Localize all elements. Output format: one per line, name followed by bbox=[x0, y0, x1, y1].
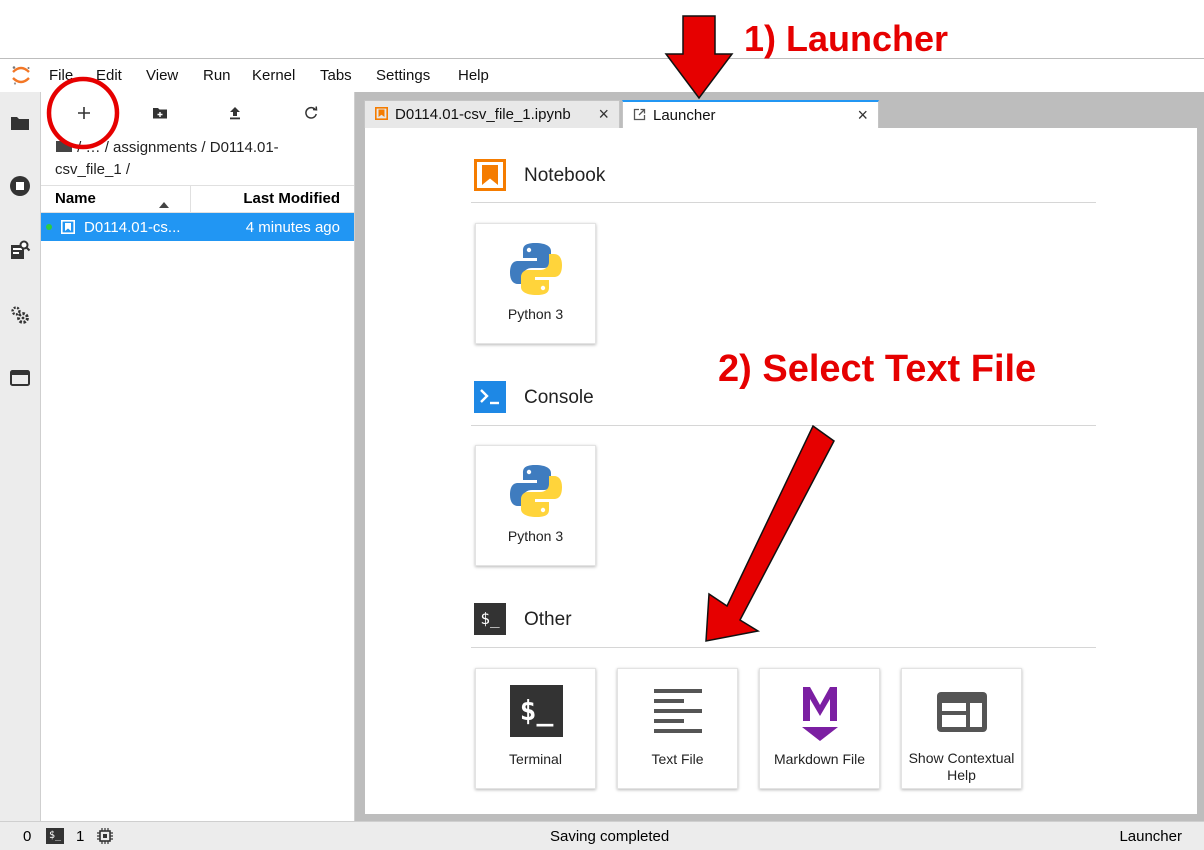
menu-edit[interactable]: Edit bbox=[96, 67, 122, 84]
contextual-help-icon bbox=[933, 685, 991, 743]
refresh-button[interactable] bbox=[298, 102, 324, 124]
section-title-console: Console bbox=[524, 387, 594, 408]
annotation-step-1: 1) Launcher bbox=[744, 18, 949, 59]
new-folder-button[interactable] bbox=[147, 102, 173, 124]
status-bar: 0 $_ 1 Saving completed Launcher bbox=[0, 821, 1204, 850]
kernel-chip-icon bbox=[96, 827, 114, 845]
file-row[interactable]: D0114.01-cs... 4 minutes ago bbox=[41, 213, 354, 241]
file-list-header: Name Last Modified bbox=[41, 185, 354, 213]
home-folder-icon[interactable] bbox=[55, 138, 73, 152]
console-section-icon bbox=[474, 381, 506, 413]
close-icon[interactable]: × bbox=[598, 104, 609, 125]
section-divider bbox=[471, 202, 1096, 203]
menu-file[interactable]: File bbox=[49, 67, 73, 84]
text-file-icon bbox=[649, 685, 707, 743]
jupyter-logo-icon bbox=[10, 64, 32, 86]
launcher-tab-icon bbox=[633, 108, 646, 121]
property-inspector-icon[interactable] bbox=[9, 239, 31, 261]
notebook-section-icon bbox=[474, 159, 506, 191]
card-notebook-python3[interactable]: Python 3 bbox=[475, 223, 596, 344]
breadcrumb-ellipsis[interactable]: … bbox=[86, 139, 101, 156]
card-label: Python 3 bbox=[507, 528, 564, 544]
annotation-step-2: 2) Select Text File bbox=[718, 348, 1037, 390]
card-contextual-help[interactable]: Show Contextual Help bbox=[901, 668, 1022, 789]
tab-bar: D0114.01-csv_file_1.ipynb × Launcher × bbox=[355, 92, 1204, 128]
card-label: Terminal bbox=[509, 751, 562, 767]
notebook-tab-icon bbox=[375, 107, 388, 120]
notebook-file-icon bbox=[61, 220, 75, 234]
new-launcher-button[interactable] bbox=[71, 102, 97, 124]
markdown-icon bbox=[791, 685, 849, 743]
plus-icon bbox=[78, 107, 90, 119]
section-title-other: Other bbox=[524, 609, 572, 630]
python-logo-icon bbox=[507, 240, 565, 298]
tab-launcher[interactable]: Launcher × bbox=[622, 100, 879, 128]
tabs-panel-icon[interactable] bbox=[9, 367, 31, 389]
menu-run[interactable]: Run bbox=[203, 67, 231, 84]
upload-button[interactable] bbox=[222, 102, 248, 124]
new-folder-icon bbox=[153, 108, 167, 119]
card-console-python3[interactable]: Python 3 bbox=[475, 445, 596, 566]
menu-settings[interactable]: Settings bbox=[376, 67, 430, 84]
tab-launcher-label: Launcher bbox=[653, 107, 716, 124]
python-logo-icon bbox=[507, 462, 565, 520]
running-sessions-icon[interactable] bbox=[9, 175, 31, 197]
upload-icon bbox=[230, 107, 240, 120]
breadcrumb: / … / assignments / D0114.01-csv_file_1 … bbox=[55, 137, 345, 181]
menu-help[interactable]: Help bbox=[458, 67, 489, 84]
column-divider bbox=[190, 186, 191, 212]
card-text-file[interactable]: Text File bbox=[617, 668, 738, 789]
kernel-count[interactable]: 1 bbox=[76, 828, 84, 845]
annotation-band bbox=[0, 0, 1204, 58]
breadcrumb-sep: / bbox=[77, 139, 86, 156]
card-label: Markdown File bbox=[773, 751, 866, 767]
other-section-icon: $_ bbox=[474, 603, 506, 635]
card-terminal[interactable]: $_ Terminal bbox=[475, 668, 596, 789]
section-divider bbox=[471, 425, 1096, 426]
section-title-notebook: Notebook bbox=[524, 165, 606, 186]
section-divider bbox=[471, 647, 1096, 648]
card-label: Text File bbox=[651, 751, 704, 767]
close-icon[interactable]: × bbox=[857, 105, 868, 126]
file-name: D0114.01-cs... bbox=[84, 219, 181, 236]
status-message: Saving completed bbox=[550, 828, 670, 845]
menu-tabs[interactable]: Tabs bbox=[320, 67, 352, 84]
file-modified: 4 minutes ago bbox=[245, 219, 340, 236]
refresh-icon bbox=[305, 106, 318, 119]
column-name[interactable]: Name bbox=[55, 190, 96, 207]
card-label: Python 3 bbox=[507, 306, 564, 322]
menu-kernel[interactable]: Kernel bbox=[252, 67, 295, 84]
column-last-modified[interactable]: Last Modified bbox=[243, 190, 340, 207]
activity-bar bbox=[0, 92, 41, 821]
terminal-status-icon: $_ bbox=[46, 828, 64, 844]
tab-notebook-label: D0114.01-csv_file_1.ipynb bbox=[395, 106, 571, 123]
menu-bar: File Edit View Run Kernel Tabs Settings … bbox=[0, 59, 1204, 92]
sort-caret-icon[interactable] bbox=[159, 195, 169, 212]
folder-icon[interactable] bbox=[9, 112, 31, 134]
terminal-icon: $_ bbox=[510, 685, 563, 737]
menu-view[interactable]: View bbox=[146, 67, 178, 84]
card-label: Show Contextual Help bbox=[908, 750, 1015, 783]
extensions-gear-icon[interactable] bbox=[9, 304, 31, 326]
card-markdown-file[interactable]: Markdown File bbox=[759, 668, 880, 789]
status-current-activity: Launcher bbox=[1119, 828, 1182, 845]
tab-notebook[interactable]: D0114.01-csv_file_1.ipynb × bbox=[364, 100, 620, 128]
running-indicator bbox=[46, 224, 52, 230]
launcher-panel: Notebook Python 3 Console Python 3 $_ Ot… bbox=[365, 128, 1197, 814]
file-browser: / … / assignments / D0114.01-csv_file_1 … bbox=[41, 92, 355, 821]
terminal-count[interactable]: 0 bbox=[23, 828, 31, 845]
